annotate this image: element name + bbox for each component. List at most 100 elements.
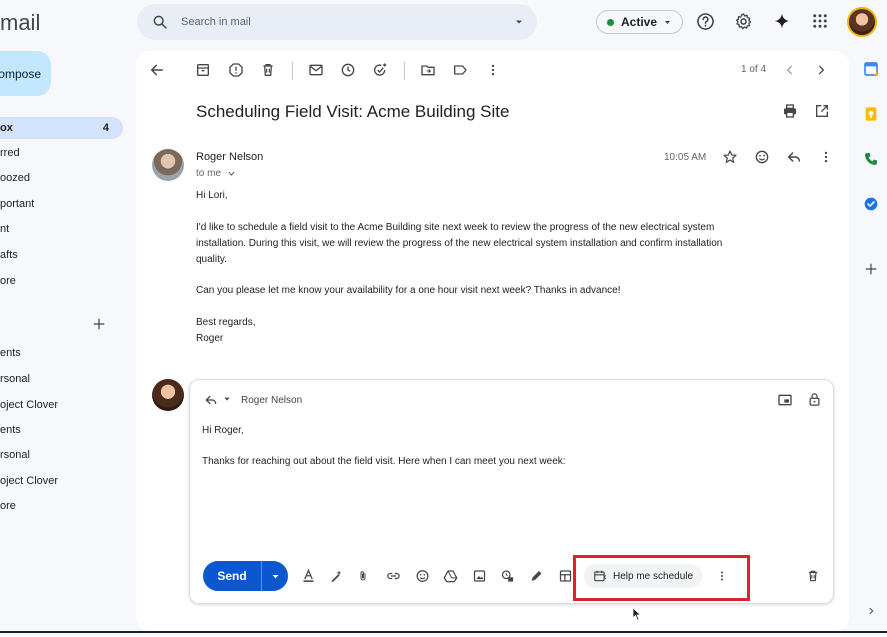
toolbar-divider: [292, 62, 293, 80]
recipient-label: to me: [196, 168, 222, 179]
send-button[interactable]: Send: [203, 561, 288, 591]
label-item-clients[interactable]: ents: [0, 419, 21, 441]
email-paragraph-line: quality.: [196, 254, 227, 265]
message-more-vertical-icon[interactable]: [819, 149, 833, 165]
send-label: Send: [217, 569, 247, 583]
nav-item-snoozed[interactable]: oozed: [0, 167, 30, 189]
status-selector[interactable]: Active: [596, 10, 684, 34]
mark-unread-envelope-icon[interactable]: [308, 62, 324, 78]
confidential-mode-icon[interactable]: [500, 568, 515, 584]
newer-chevron-left-icon[interactable]: [783, 62, 797, 78]
reply-type-dropdown-icon[interactable]: [223, 395, 231, 403]
compose-label: ompose: [0, 66, 41, 81]
label-item-more[interactable]: ore: [0, 495, 16, 517]
nav-item-drafts[interactable]: afts: [0, 244, 18, 266]
sender-avatar[interactable]: [152, 149, 184, 181]
status-label: Active: [621, 15, 658, 29]
insert-photo-icon[interactable]: [472, 568, 487, 584]
label-tag-icon[interactable]: [452, 62, 468, 78]
reply-recipient[interactable]: Roger Nelson: [241, 395, 302, 406]
delete-trash-icon[interactable]: [260, 62, 276, 78]
pagination-text: 1 of 4: [741, 64, 767, 75]
reply-body-text[interactable]: Thanks for reaching out about the field …: [202, 456, 566, 467]
formatting-options-icon[interactable]: [301, 568, 316, 584]
older-chevron-right-icon[interactable]: [814, 62, 828, 78]
emoji-react-icon[interactable]: [754, 149, 770, 165]
google-calendar-icon[interactable]: [863, 61, 879, 77]
compose-button[interactable]: ompose: [0, 51, 51, 96]
search-input[interactable]: [181, 16, 513, 28]
nav-item-starred[interactable]: rred: [0, 142, 20, 164]
highlight-box: [573, 555, 750, 601]
reply-greeting[interactable]: Hi Roger,: [202, 425, 244, 436]
move-to-folder-icon[interactable]: [420, 62, 436, 78]
help-me-write-pen-icon[interactable]: [329, 568, 344, 584]
email-paragraph: Can you please let me know your availabi…: [196, 285, 621, 296]
label-item-project-clover[interactable]: oject Clover: [0, 470, 58, 492]
discard-draft-trash-icon[interactable]: [806, 568, 820, 584]
open-new-window-icon[interactable]: [814, 103, 830, 119]
inbox-count-badge: 4: [102, 122, 109, 134]
add-task-icon[interactable]: [372, 62, 388, 78]
search-bar[interactable]: [137, 4, 537, 40]
email-paragraph-line: I'd like to schedule a field visit to th…: [196, 222, 715, 233]
email-paragraph-line: installation. During this visit, we will…: [196, 238, 723, 249]
google-drive-icon[interactable]: [443, 568, 458, 584]
toolbar-divider: [404, 62, 405, 80]
nav-item-more[interactable]: ore: [0, 270, 16, 292]
schedule-send-dropdown-icon[interactable]: [262, 572, 288, 581]
email-signoff: Best regards,: [196, 317, 256, 328]
attach-paperclip-icon[interactable]: [357, 568, 369, 584]
sender-name[interactable]: Roger Nelson: [196, 151, 263, 163]
signature-pen-icon[interactable]: [529, 568, 544, 584]
mouse-cursor-icon: [632, 607, 642, 626]
help-icon[interactable]: [696, 12, 715, 31]
email-signature: Roger: [196, 333, 224, 344]
gemini-sparkle-icon[interactable]: [773, 12, 791, 30]
nav-item-important[interactable]: portant: [0, 193, 34, 215]
star-icon[interactable]: [722, 149, 738, 165]
recipient-details[interactable]: to me: [196, 168, 236, 179]
google-keep-icon[interactable]: [863, 106, 879, 122]
more-vertical-icon[interactable]: [486, 62, 500, 78]
message-timestamp: 10:05 AM: [664, 152, 707, 163]
add-label-plus-icon[interactable]: [92, 317, 106, 331]
report-spam-icon[interactable]: [228, 62, 244, 78]
insert-emoji-icon[interactable]: [415, 568, 430, 584]
window-bottom-border: [0, 631, 887, 633]
email-view-panel: 1 of 4 Scheduling Field Visit: Acme Buil…: [136, 51, 849, 631]
account-avatar[interactable]: [847, 7, 877, 37]
chevron-down-icon: [227, 169, 236, 178]
user-avatar: [152, 379, 184, 411]
app-logo[interactable]: mail: [0, 10, 40, 36]
google-voice-phone-icon[interactable]: [863, 151, 879, 167]
nav-item-inbox[interactable]: ox 4: [0, 117, 123, 139]
label-item-personal[interactable]: rsonal: [0, 368, 30, 390]
template-layout-icon[interactable]: [558, 568, 573, 584]
back-arrow-icon[interactable]: [149, 62, 165, 78]
search-icon[interactable]: [149, 14, 171, 30]
google-tasks-icon[interactable]: [863, 196, 879, 212]
reply-arrow-icon[interactable]: [786, 149, 802, 165]
email-greeting: Hi Lori,: [196, 190, 228, 201]
pop-out-reply-icon[interactable]: [777, 392, 793, 408]
status-dot: [607, 18, 614, 26]
apps-grid-icon[interactable]: [811, 12, 829, 30]
email-subject: Scheduling Field Visit: Acme Building Si…: [196, 102, 510, 121]
print-icon[interactable]: [782, 103, 798, 119]
snooze-clock-icon[interactable]: [340, 62, 356, 78]
search-options-icon[interactable]: [513, 16, 525, 28]
chevron-down-icon: [663, 18, 672, 27]
expand-side-panel-chevron-icon[interactable]: [866, 604, 876, 618]
label-item-clients[interactable]: ents: [0, 342, 21, 364]
nav-item-sent[interactable]: nt: [0, 218, 9, 240]
label-item-personal[interactable]: rsonal: [0, 444, 30, 466]
nav-item-label: ox: [0, 122, 13, 134]
insert-link-icon[interactable]: [386, 568, 401, 584]
label-item-project-clover[interactable]: oject Clover: [0, 394, 58, 416]
add-addon-plus-icon[interactable]: [864, 262, 878, 276]
reply-type-icon[interactable]: [204, 393, 218, 407]
confidential-lock-icon[interactable]: [807, 391, 822, 408]
settings-gear-icon[interactable]: [734, 12, 753, 31]
archive-icon[interactable]: [195, 62, 211, 78]
